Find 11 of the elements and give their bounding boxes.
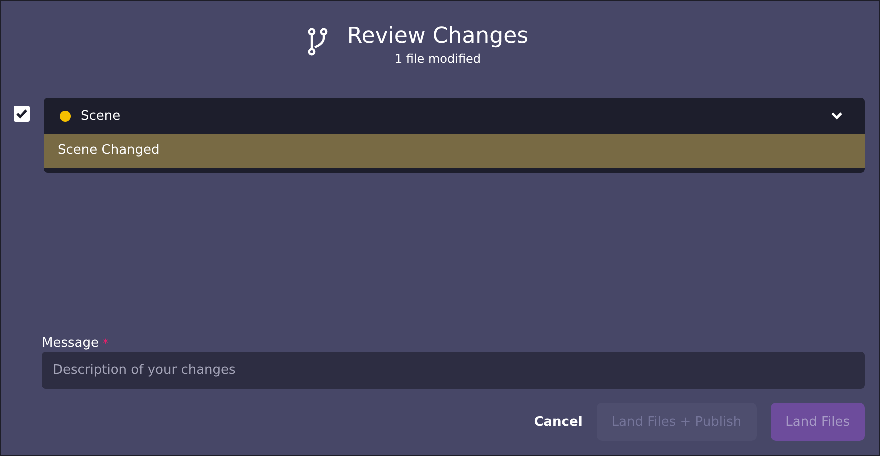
required-mark: * <box>102 337 108 350</box>
cancel-button[interactable]: Cancel <box>534 403 583 441</box>
field-label: Message <box>42 336 99 351</box>
dialog-title: Review Changes <box>347 23 529 51</box>
file-header[interactable]: Scene <box>44 98 865 134</box>
change-row: Scene Changed <box>44 134 865 168</box>
file-name: Scene <box>81 108 122 124</box>
branch-icon <box>307 28 330 56</box>
message-field[interactable]: Description of your changes <box>42 352 865 389</box>
file-count: 1 file modified <box>394 51 482 67</box>
checkbox[interactable] <box>14 106 30 122</box>
